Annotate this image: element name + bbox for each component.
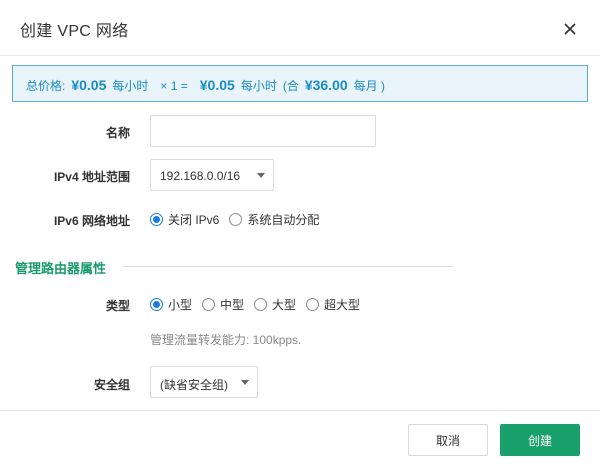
ipv4-select[interactable]: 192.168.0.0/16 bbox=[150, 159, 274, 191]
ipv6-option-label: 关闭 IPv6 bbox=[168, 213, 220, 227]
dialog-footer: 取消 创建 bbox=[0, 410, 600, 467]
price-total-label: 总价格: bbox=[26, 79, 66, 93]
router-type-radio-group: 小型 中型 大型 超大型 bbox=[150, 296, 370, 313]
ipv6-option-auto[interactable]: 系统自动分配 bbox=[229, 211, 319, 228]
ipv6-option-label: 系统自动分配 bbox=[247, 213, 320, 227]
radio-unselected-icon bbox=[229, 213, 243, 226]
type-option-label: 小型 bbox=[168, 298, 193, 312]
ipv4-label: IPv4 地址范围 bbox=[53, 170, 130, 184]
radio-unselected-icon bbox=[306, 298, 320, 311]
price-unit-period: 每小时 bbox=[112, 79, 149, 93]
security-group-select[interactable]: (缺省安全组) bbox=[150, 366, 258, 398]
create-button[interactable]: 创建 bbox=[500, 424, 580, 456]
type-option-xlarge[interactable]: 超大型 bbox=[306, 296, 360, 313]
radio-unselected-icon bbox=[254, 298, 268, 311]
price-monthly-prefix: (合 bbox=[282, 79, 299, 93]
type-option-label: 超大型 bbox=[324, 298, 361, 312]
type-option-small[interactable]: 小型 bbox=[150, 296, 192, 313]
radio-selected-icon bbox=[150, 213, 163, 226]
chevron-down-icon bbox=[257, 173, 265, 178]
type-option-label: 中型 bbox=[220, 298, 245, 312]
ipv6-radio-group: 关闭 IPv6 系统自动分配 bbox=[150, 211, 329, 228]
price-summary: 总价格: ¥0.05 每小时 × 1 = ¥0.05 每小时 (合 ¥36.00 每月 ) bbox=[12, 65, 588, 102]
section-divider bbox=[123, 266, 453, 267]
dialog-title: 创建 VPC 网络 bbox=[20, 23, 129, 40]
ipv6-label: IPv6 网络地址 bbox=[53, 214, 130, 228]
type-option-label: 大型 bbox=[272, 298, 297, 312]
type-option-medium[interactable]: 中型 bbox=[202, 296, 244, 313]
radio-selected-icon bbox=[150, 298, 163, 311]
ipv4-value: 192.168.0.0/16 bbox=[160, 169, 241, 183]
price-total-period: 每小时 bbox=[240, 79, 277, 93]
security-group-label: 安全组 bbox=[93, 378, 130, 392]
chevron-down-icon bbox=[241, 380, 249, 385]
dialog-header: 创建 VPC 网络 bbox=[0, 0, 600, 56]
security-group-value: (缺省安全组) bbox=[160, 378, 228, 392]
name-input[interactable] bbox=[150, 115, 376, 147]
router-section-title: 管理路由器属性 bbox=[15, 261, 107, 276]
price-monthly-suffix: 每月 ) bbox=[353, 79, 385, 93]
ipv6-option-disable[interactable]: 关闭 IPv6 bbox=[150, 211, 219, 228]
close-icon[interactable] bbox=[560, 19, 580, 39]
name-label: 名称 bbox=[105, 126, 130, 140]
type-option-large[interactable]: 大型 bbox=[254, 296, 296, 313]
price-total: ¥0.05 bbox=[199, 77, 235, 93]
cancel-button[interactable]: 取消 bbox=[408, 424, 488, 456]
type-label: 类型 bbox=[105, 299, 130, 313]
throughput-hint: 管理流量转发能力: 100kpps. bbox=[150, 333, 302, 347]
price-monthly: ¥36.00 bbox=[304, 77, 348, 93]
price-multiplier: × 1 = bbox=[160, 79, 188, 93]
price-unit: ¥0.05 bbox=[71, 77, 107, 93]
radio-unselected-icon bbox=[202, 298, 216, 311]
